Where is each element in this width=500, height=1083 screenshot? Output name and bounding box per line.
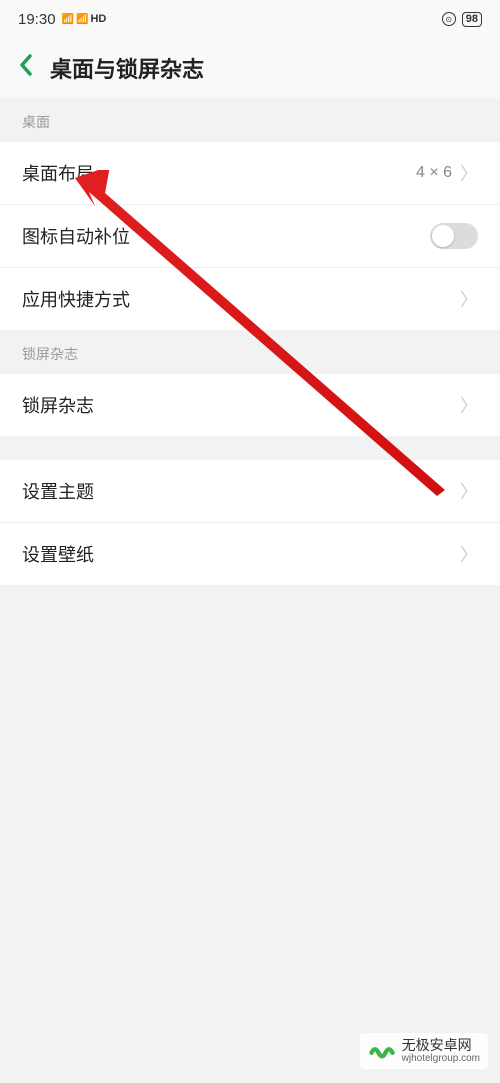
status-bar: 19:30 📶 📶 HD ⊙ 98 [0,0,500,38]
item-set-wallpaper[interactable]: 设置壁纸 〉 [0,523,500,585]
signal-icons: 📶 📶 HD [62,13,107,25]
watermark-url: wjhotelgroup.com [402,1053,480,1064]
item-label: 图标自动补位 [22,223,130,249]
section-spacer [0,436,500,460]
watermark-logo-icon [368,1037,396,1065]
item-app-shortcut[interactable]: 应用快捷方式 〉 [0,268,500,330]
lock-icon: ⊙ [442,12,456,26]
status-time: 19:30 [18,11,56,28]
chevron-right-icon: 〉 [460,541,478,567]
status-right: ⊙ 98 [442,12,482,27]
section-header-desktop: 桌面 [0,98,500,142]
chevron-right-icon: 〉 [460,160,478,186]
item-label: 应用快捷方式 [22,286,130,312]
watermark-text: 无极安卓网 wjhotelgroup.com [402,1038,480,1064]
toggle-switch[interactable] [430,223,478,249]
page-title: 桌面与锁屏杂志 [50,52,204,84]
watermark: 无极安卓网 wjhotelgroup.com [360,1033,488,1069]
signal-5g-icon: 📶 [76,14,88,25]
item-label: 桌面布局 [22,160,94,186]
section-header-lockscreen: 锁屏杂志 [0,330,500,374]
chevron-right-icon: 〉 [460,392,478,418]
item-label: 锁屏杂志 [22,392,94,418]
item-lockscreen-magazine[interactable]: 锁屏杂志 〉 [0,374,500,436]
signal-4g-icon: 📶 [62,14,74,25]
item-label: 设置壁纸 [22,541,94,567]
toggle-knob [432,225,454,247]
page-header: 桌面与锁屏杂志 [0,38,500,98]
item-desktop-layout[interactable]: 桌面布局 4 × 6 〉 [0,142,500,205]
watermark-title: 无极安卓网 [402,1038,480,1053]
item-label: 设置主题 [22,478,94,504]
chevron-right-icon: 〉 [460,286,478,312]
chevron-right-icon: 〉 [460,478,478,504]
hd-icon: HD [90,13,106,25]
back-icon[interactable] [18,53,34,84]
status-left: 19:30 📶 📶 HD [18,11,106,28]
item-value: 4 × 6 [416,164,452,182]
battery-level: 98 [462,12,482,27]
item-set-theme[interactable]: 设置主题 〉 [0,460,500,523]
item-right: 4 × 6 〉 [416,160,478,186]
item-icon-autofill[interactable]: 图标自动补位 [0,205,500,268]
